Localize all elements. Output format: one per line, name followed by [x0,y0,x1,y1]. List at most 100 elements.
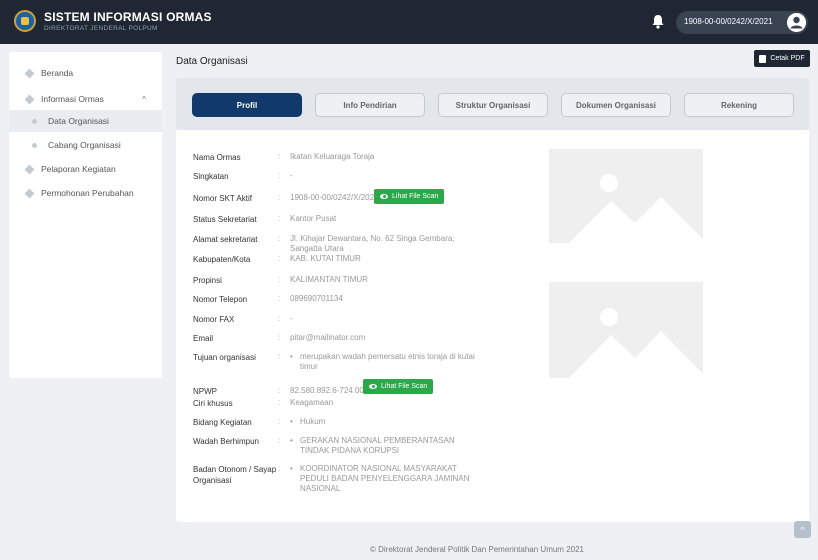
nav-bullet-icon [24,68,35,78]
sidebar-item-data-organisasi[interactable]: Data Organisasi [9,110,162,132]
sidebar-item-label: Informasi Ormas [41,94,104,104]
pdf-icon [759,54,767,63]
field-label: NPWP [193,387,217,396]
app-title: SISTEM INFORMASI ORMAS [44,10,212,24]
sidebar-item-label: Permohonan Perubahan [41,188,134,198]
field-value: 089690701134 [290,294,343,303]
bullet: • [290,436,293,445]
field-label: Nomor SKT Aktif [193,194,252,203]
document-image-placeholder [549,282,703,378]
sidebar-item-label: Beranda [41,68,74,78]
scroll-to-top-button[interactable]: ^ [794,521,811,538]
cetak-pdf-button[interactable]: Cetak PDF [754,50,810,67]
field-separator: : [278,352,281,361]
cetak-pdf-label: Cetak PDF [770,55,805,62]
sidebar-item-beranda[interactable]: Beranda [9,62,162,84]
field-label: Nomor FAX [193,315,235,324]
lihat-file-scan-skt-button[interactable]: Lihat File Scan [374,189,445,204]
field-separator: : [278,314,281,323]
lihat-file-scan-npwp-button[interactable]: Lihat File Scan [363,379,434,394]
tab-rekening[interactable]: Rekening [684,93,794,117]
tab-info-pendirian[interactable]: Info Pendirian [315,93,425,117]
field-label: Email [193,334,214,343]
sidebar-item-permohonan-perubahan[interactable]: Permohonan Perubahan [9,182,162,204]
nav-bullet-icon [32,118,37,124]
user-avatar-icon [787,13,806,32]
field-separator: : [278,386,281,395]
field-value: Kantor Pusat [290,214,337,223]
field-separator: : [278,398,281,407]
tab-dokumen-organisasi[interactable]: Dokumen Organisasi [561,93,671,117]
field-label: Nomor Telepon [193,295,248,304]
field-label: Ciri khusus [193,399,233,408]
field-label: Alamat sekretariat [193,235,258,244]
field-value: Keagamaan [290,398,334,407]
sidebar-item-label: Pelaporan Kegiatan [41,164,116,174]
sidebar-item-pelaporan-kegiatan[interactable]: Pelaporan Kegiatan [9,158,162,180]
field-value-text: Hukum [300,417,326,426]
nav-bullet-icon [24,164,35,174]
field-value: Jl. Kihajar Dewantara, No. 62 Singa Gemb… [290,234,455,253]
field-separator: : [278,464,281,473]
field-label: Nama Ormas [193,153,241,162]
top-header: SISTEM INFORMASI ORMAS DIREKTORAT JENDER… [0,0,818,44]
field-separator: : [278,417,281,426]
field-value-text: merupakan wadah pemersatu etnis toraja d… [300,352,475,371]
field-label: Status Sekretariat [193,215,257,224]
scan-button-label: Lihat File Scan [392,193,439,200]
bullet: • [290,464,293,473]
field-separator: : [278,171,281,180]
field-label: Badan Otonom / Sayap Organisasi [193,465,277,485]
eye-icon [380,194,388,199]
sidebar-item-informasi-ormas[interactable]: Informasi Ormas ^ [9,88,162,110]
bell-icon[interactable] [651,14,665,29]
field-separator: : [278,275,281,284]
user-id: 1908-00-00/0242/X/2021 [684,17,773,26]
field-separator: : [278,214,281,223]
page-title: Data Organisasi [176,56,248,67]
field-value: Ikatan Keluaraga Toraja [290,152,375,161]
field-separator: : [278,333,281,342]
field-label: Tujuan organisasi [193,353,256,362]
bullet: • [290,417,293,426]
user-menu[interactable]: 1908-00-00/0242/X/2021 [676,11,808,34]
footer-copyright: © Direktorat Jenderal Politik Dan Pemeri… [370,545,584,554]
field-label: Kabupaten/Kota [193,255,251,264]
nav-bullet-icon [24,94,35,104]
eye-icon [369,384,377,389]
field-separator: : [278,152,281,161]
field-value: KAB. KUTAI TIMUR [290,254,361,263]
field-value: - [290,314,293,323]
image-placeholder-icon [569,174,703,243]
profile-panel: Nama Ormas : Ikatan Keluaraga Toraja Sin… [176,130,809,522]
field-separator: : [278,436,281,445]
field-value-text: GERAKAN NASIONAL PEMBERANTASAN TINDAK PI… [300,436,455,455]
image-placeholder-icon [569,308,703,378]
tab-profil[interactable]: Profil [192,93,302,117]
nav-bullet-icon [24,188,35,198]
logo-image-placeholder [549,149,703,243]
field-value: - [290,171,293,180]
field-label: Propinsi [193,276,222,285]
field-value-text: KOORDINATOR NASIONAL MASYARAKAT PEDULI B… [300,464,470,493]
field-separator: : [278,294,281,303]
app-subtitle: DIREKTORAT JENDERAL POLPUM [44,25,158,32]
bullet: • [290,352,293,361]
field-separator: : [278,193,281,202]
sidebar-item-cabang-organisasi[interactable]: Cabang Organisasi [9,134,162,156]
field-value: pitar@mailinator.com [290,333,366,342]
sidebar: Beranda Informasi Ormas ^ Data Organisas… [9,52,162,378]
chevron-up-icon: ^ [142,94,146,104]
field-label: Bidang Kegiatan [193,418,252,427]
tab-struktur-organisasi[interactable]: Struktur Organisasi [438,93,548,117]
field-label: Wadah Berhimpun [193,437,259,446]
chevron-up-icon: ^ [800,524,805,535]
tabs-bar: Profil Info Pendirian Struktur Organisas… [176,78,809,130]
field-value: KALIMANTAN TIMUR [290,275,368,284]
field-separator: : [278,254,281,263]
nav-bullet-icon [32,142,37,148]
field-label: Singkatan [193,172,229,181]
sidebar-item-label: Data Organisasi [48,116,109,126]
sidebar-item-label: Cabang Organisasi [48,140,121,150]
logo-icon [14,10,36,32]
